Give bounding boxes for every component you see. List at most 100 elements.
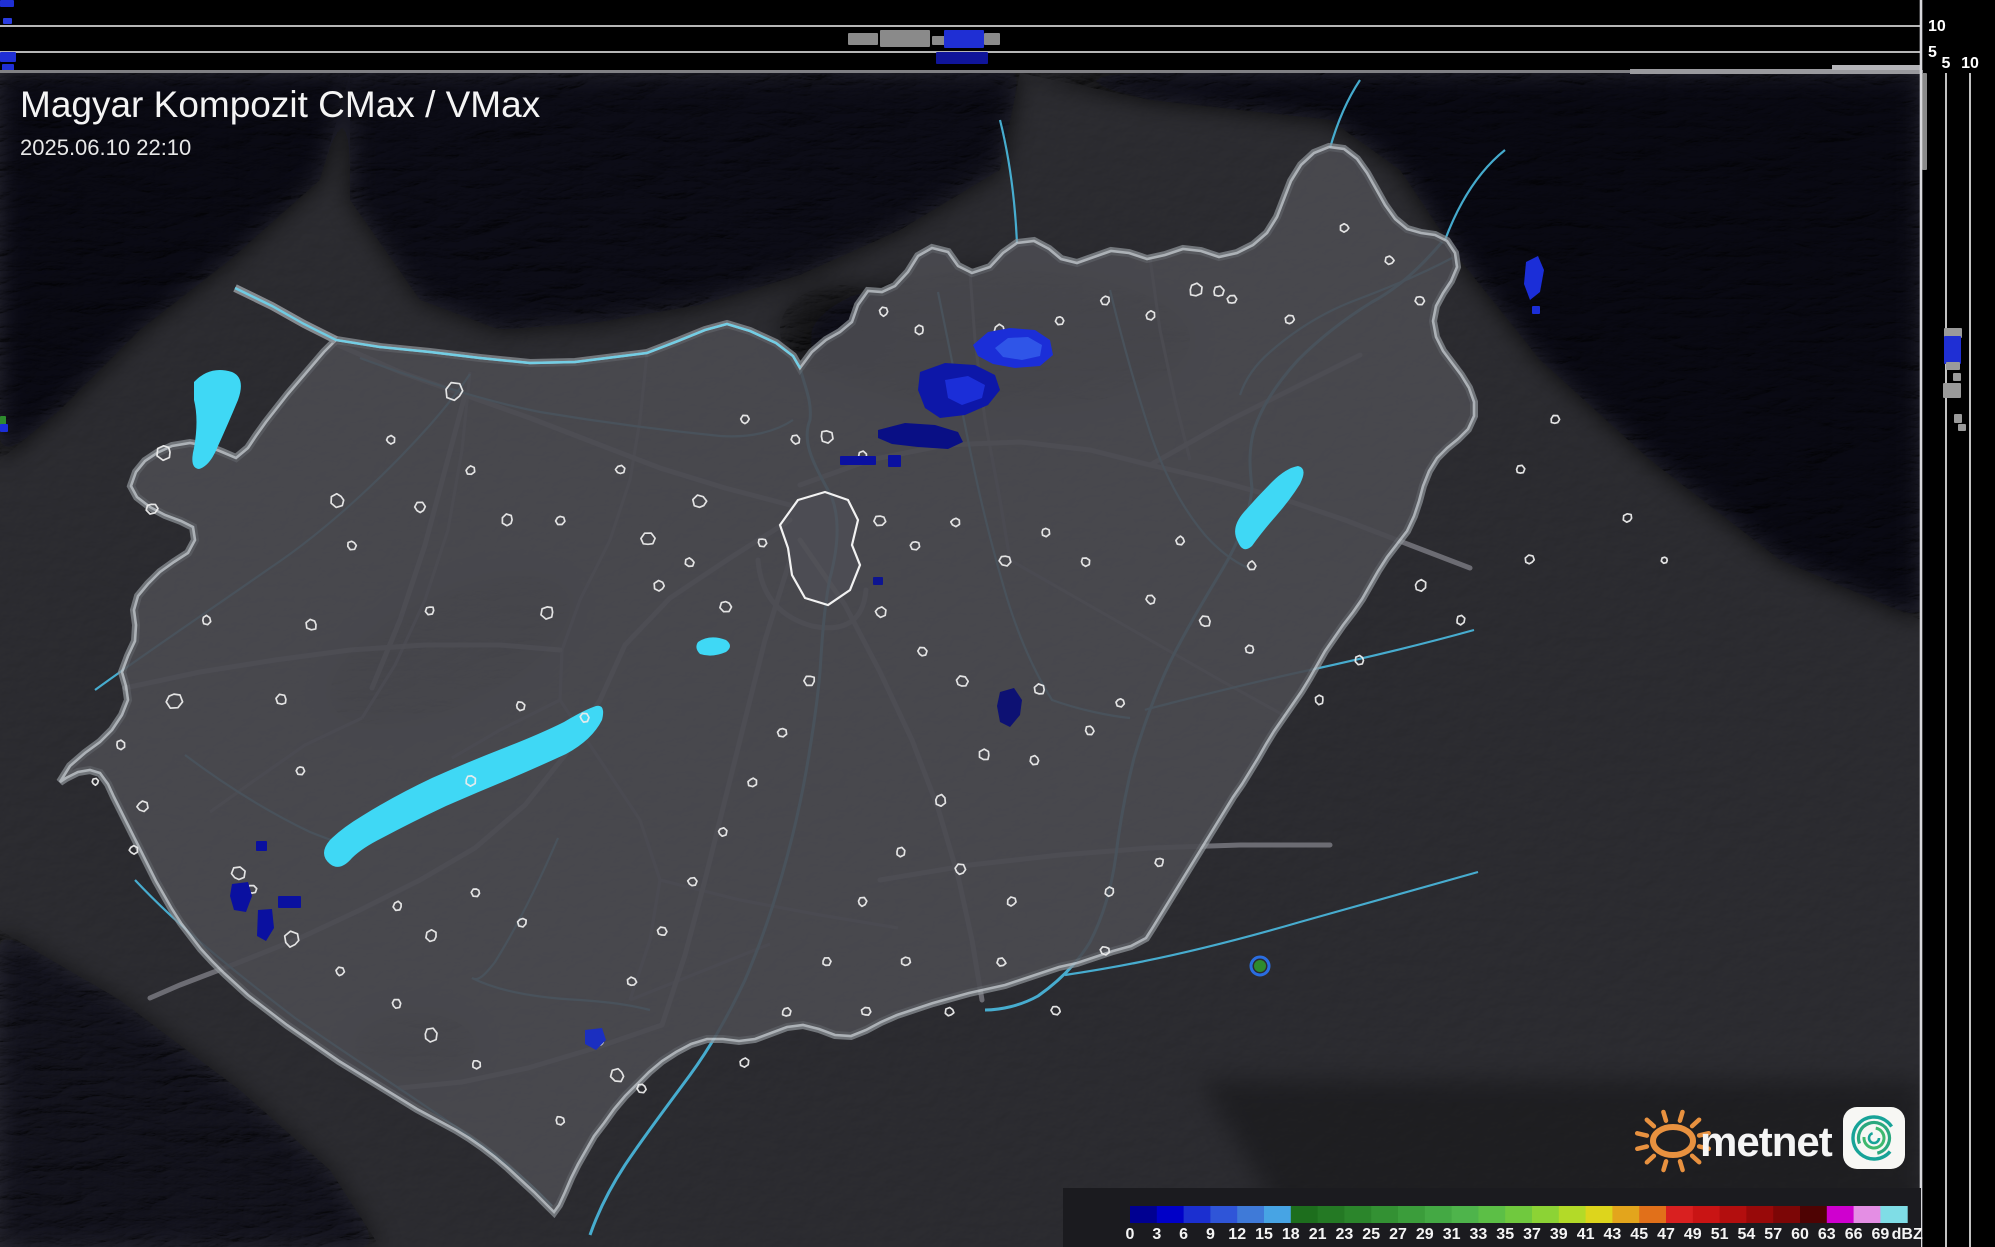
scale-segment (1558, 1206, 1587, 1223)
scale-segment (1719, 1206, 1747, 1223)
scale-tick-label: 18 (1282, 1226, 1300, 1243)
scale-tick-label: 35 (1496, 1226, 1514, 1243)
scale-tick-label: 39 (1550, 1226, 1568, 1243)
scale-segment (1532, 1206, 1560, 1223)
scale-tick-label: 3 (1152, 1226, 1161, 1243)
scale-tick-label: 51 (1711, 1226, 1729, 1243)
radar-echo (1953, 373, 1961, 381)
scale-tick-label: 45 (1630, 1226, 1648, 1243)
radar-echo (3, 18, 12, 24)
scale-tick-label: 43 (1604, 1226, 1622, 1243)
radar-echo (1922, 73, 1927, 170)
sun-ray (1677, 1159, 1685, 1173)
scale-segment (1130, 1206, 1158, 1223)
timestamp: 2025.06.10 22:10 (20, 135, 191, 160)
radar-echo (0, 424, 8, 432)
right-axis-label-10: 10 (1961, 55, 1979, 72)
scale-segment (1853, 1206, 1881, 1223)
logo-wordmark: metnet (1700, 1118, 1833, 1165)
scale-segment (1371, 1206, 1399, 1223)
radar-composite-canvas: 10 5 5 10 Magyar Kompozit CMax / VMax 20… (0, 0, 1995, 1247)
scale-tick-label: 37 (1523, 1226, 1541, 1243)
scale-segment (1237, 1206, 1265, 1223)
scale-tick-label: 0 (1126, 1226, 1135, 1243)
scale-segment (1746, 1206, 1774, 1223)
scale-segment (1424, 1206, 1453, 1223)
scale-tick-label: 69 (1872, 1226, 1890, 1243)
radar-echo (256, 841, 267, 851)
scale-segment (1398, 1206, 1426, 1223)
metnet-app-icon (1843, 1107, 1905, 1169)
right-profile-panel: 10 5 5 10 (1919, 0, 1995, 1247)
top-axis-label-10: 10 (1928, 18, 1946, 35)
top-axis-label-5: 5 (1928, 44, 1937, 61)
scale-segment (1612, 1206, 1640, 1223)
scale-tick-label: 47 (1657, 1226, 1675, 1243)
sun-ray (1677, 1109, 1685, 1123)
radar-echo (936, 52, 988, 64)
scale-segment (1478, 1206, 1506, 1223)
scale-segment (1210, 1206, 1238, 1223)
top-profile-panel (0, 0, 1995, 74)
radar-echo (1254, 960, 1266, 972)
radar-app-window: 10 5 5 10 Magyar Kompozit CMax / VMax 20… (0, 0, 1995, 1247)
scale-tick-label: 15 (1255, 1226, 1273, 1243)
scale-tick-label: 6 (1179, 1226, 1188, 1243)
radar-echo (880, 30, 930, 47)
scale-segment (1290, 1206, 1319, 1223)
sun-ray (1661, 1159, 1669, 1173)
radar-echo (848, 33, 878, 45)
scale-tick-label: 12 (1228, 1226, 1246, 1243)
scale-tick-label: 54 (1738, 1226, 1756, 1243)
radar-echo (840, 456, 876, 465)
scale-segment (1156, 1206, 1185, 1223)
scale-segment (1692, 1206, 1721, 1223)
scale-tick-label: 41 (1577, 1226, 1595, 1243)
dbz-color-scale: 0 3 6 9 12 15 18 21 23 25 27 29 31 33 35 37 39 41 43 45 47 49… (1063, 1188, 1923, 1247)
sun-ray (1635, 1144, 1650, 1152)
page-title: Magyar Kompozit CMax / VMax (20, 84, 541, 125)
radar-echo (0, 0, 14, 7)
scale-segment (1585, 1206, 1613, 1223)
radar-echo (944, 30, 984, 48)
right-axis-label-5: 5 (1942, 55, 1951, 72)
radar-echo (278, 896, 301, 908)
scale-tick-label: 31 (1443, 1226, 1461, 1243)
scale-segment (1317, 1206, 1345, 1223)
scale-tick-label: 29 (1416, 1226, 1434, 1243)
scale-tick-label: 49 (1684, 1226, 1702, 1243)
scale-segment (1183, 1206, 1211, 1223)
scale-segment (1505, 1206, 1533, 1223)
radar-echo (984, 33, 1000, 45)
scale-tick-label: 27 (1389, 1226, 1407, 1243)
scale-tick-label: 63 (1818, 1226, 1836, 1243)
scale-segment (1773, 1206, 1801, 1223)
scale-segment (1344, 1206, 1372, 1223)
scale-tick-label: 33 (1470, 1226, 1488, 1243)
scale-tick-label: 66 (1845, 1226, 1863, 1243)
sun-ray (1634, 1131, 1650, 1138)
scale-segment (1826, 1206, 1855, 1223)
scale-tick-label: 60 (1791, 1226, 1809, 1243)
radar-echo (1943, 383, 1961, 398)
scale-tick-label: 21 (1309, 1226, 1327, 1243)
scale-tick-label: 23 (1336, 1226, 1354, 1243)
scale-tick-label: 25 (1362, 1226, 1380, 1243)
scale-unit-label: dBZ (1892, 1226, 1923, 1243)
radar-echo (888, 455, 901, 467)
radar-echo (873, 577, 883, 585)
scale-segment (1666, 1206, 1694, 1223)
scale-segment (1880, 1206, 1908, 1223)
radar-echo (1946, 362, 1960, 370)
map-top-frame-highlight (1832, 65, 1921, 70)
radar-echo (1532, 306, 1540, 314)
radar-echo (1958, 424, 1966, 431)
scale-segment (1639, 1206, 1667, 1223)
sun-ray (1661, 1109, 1669, 1123)
map-area (0, 73, 1921, 1247)
radar-echo (1954, 414, 1962, 423)
scale-segment (1800, 1206, 1828, 1223)
scale-segment (1264, 1206, 1292, 1223)
scale-segment (1451, 1206, 1479, 1223)
scale-tick-label: 57 (1764, 1226, 1782, 1243)
